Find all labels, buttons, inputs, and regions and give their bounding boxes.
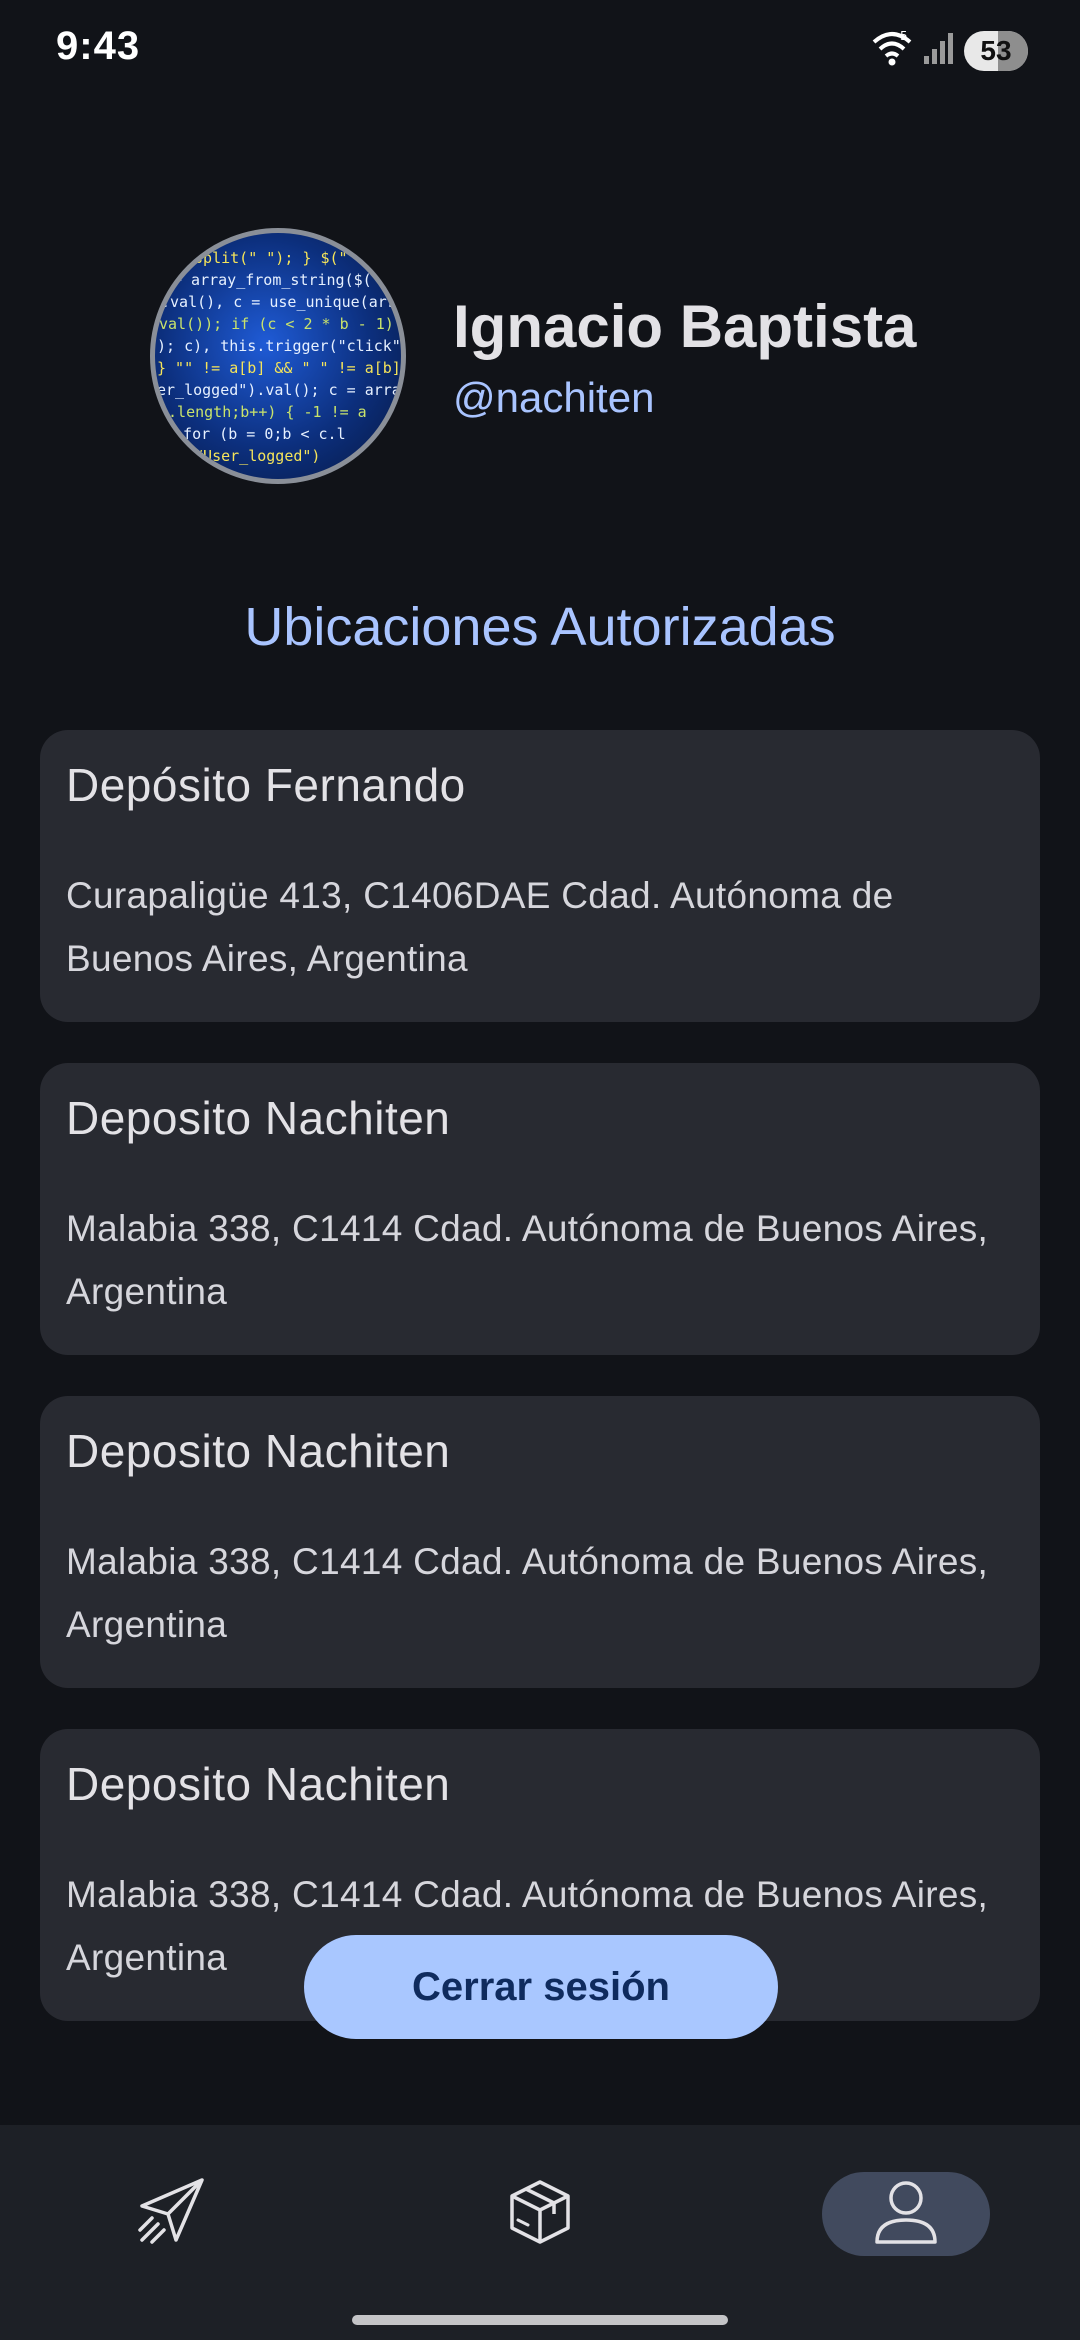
nav-item-profile[interactable] xyxy=(822,2172,990,2256)
svg-text:} "" != a[b] && " " != a[b]: } "" != a[b] && " " != a[b] xyxy=(157,359,401,377)
bottom-nav xyxy=(0,2125,1080,2340)
svg-text:c.length;b++) { -1 != a: c.length;b++) { -1 != a xyxy=(159,403,367,421)
status-icons: 5 53 xyxy=(870,28,1028,73)
svg-text:); c), this.trigger("click");: ); c), this.trigger("click"); xyxy=(157,337,401,355)
profile-name: Ignacio Baptista xyxy=(453,293,917,360)
wifi-badge: 5 xyxy=(900,29,908,43)
location-card[interactable]: Depósito Fernando Curapaligüe 413, C1406… xyxy=(40,730,1040,1022)
locations-list: Depósito Fernando Curapaligüe 413, C1406… xyxy=(40,730,1040,2062)
home-indicator[interactable] xyxy=(352,2315,728,2325)
profile-header: .split(" "); } $(" + array_from_string($… xyxy=(150,228,1030,490)
avatar[interactable]: .split(" "); } $(" + array_from_string($… xyxy=(150,228,406,484)
location-name: Deposito Nachiten xyxy=(66,1092,451,1144)
svg-text:er_logged").val(); c = arra: er_logged").val(); c = arra xyxy=(157,381,401,399)
nav-item-send[interactable] xyxy=(88,2172,256,2256)
location-address: Malabia 338, C1414 Cdad. Autónoma de Bue… xyxy=(66,1208,989,1312)
svg-text:"#User_logged"): "#User_logged") xyxy=(185,447,320,465)
svg-text:+ array_from_string($(: + array_from_string($( xyxy=(173,271,372,289)
location-name: Deposito Nachiten xyxy=(66,1758,451,1810)
send-icon xyxy=(136,2176,208,2253)
signal-icon xyxy=(922,30,956,71)
nav-item-packages[interactable] xyxy=(456,2172,624,2256)
svg-text:.split(" "); } $(": .split(" "); } $(" xyxy=(185,249,348,267)
section-title: Ubicaciones Autorizadas xyxy=(244,597,836,657)
location-card[interactable]: Deposito Nachiten Malabia 338, C1414 Cda… xyxy=(40,1063,1040,1355)
profile-icon xyxy=(873,2178,939,2251)
wifi-icon: 5 xyxy=(870,28,914,73)
status-bar: 9:43 5 53 xyxy=(0,0,1080,100)
package-icon xyxy=(504,2176,576,2253)
location-card[interactable]: Deposito Nachiten Malabia 338, C1414 Cda… xyxy=(40,1396,1040,1688)
profile-handle: @nachiten xyxy=(453,374,655,421)
status-time: 9:43 xyxy=(56,24,141,68)
location-name: Depósito Fernando xyxy=(66,759,466,811)
battery-icon: 53 xyxy=(964,30,1028,71)
svg-text:.val(), c = use_unique(arra: .val(), c = use_unique(arra xyxy=(161,293,401,311)
svg-text:val()); if (c < 2 * b - 1): val()); if (c < 2 * b - 1) xyxy=(159,315,394,333)
location-address: Curapaligüe 413, C1406DAE Cdad. Autónoma… xyxy=(66,875,894,979)
svg-text:" for (b = 0;b < c.l: " for (b = 0;b < c.l xyxy=(165,425,346,443)
location-name: Deposito Nachiten xyxy=(66,1425,451,1477)
logout-button[interactable]: Cerrar sesión xyxy=(304,1935,778,2039)
battery-level: 53 xyxy=(980,34,1012,66)
location-address: Malabia 338, C1414 Cdad. Autónoma de Bue… xyxy=(66,1541,989,1645)
